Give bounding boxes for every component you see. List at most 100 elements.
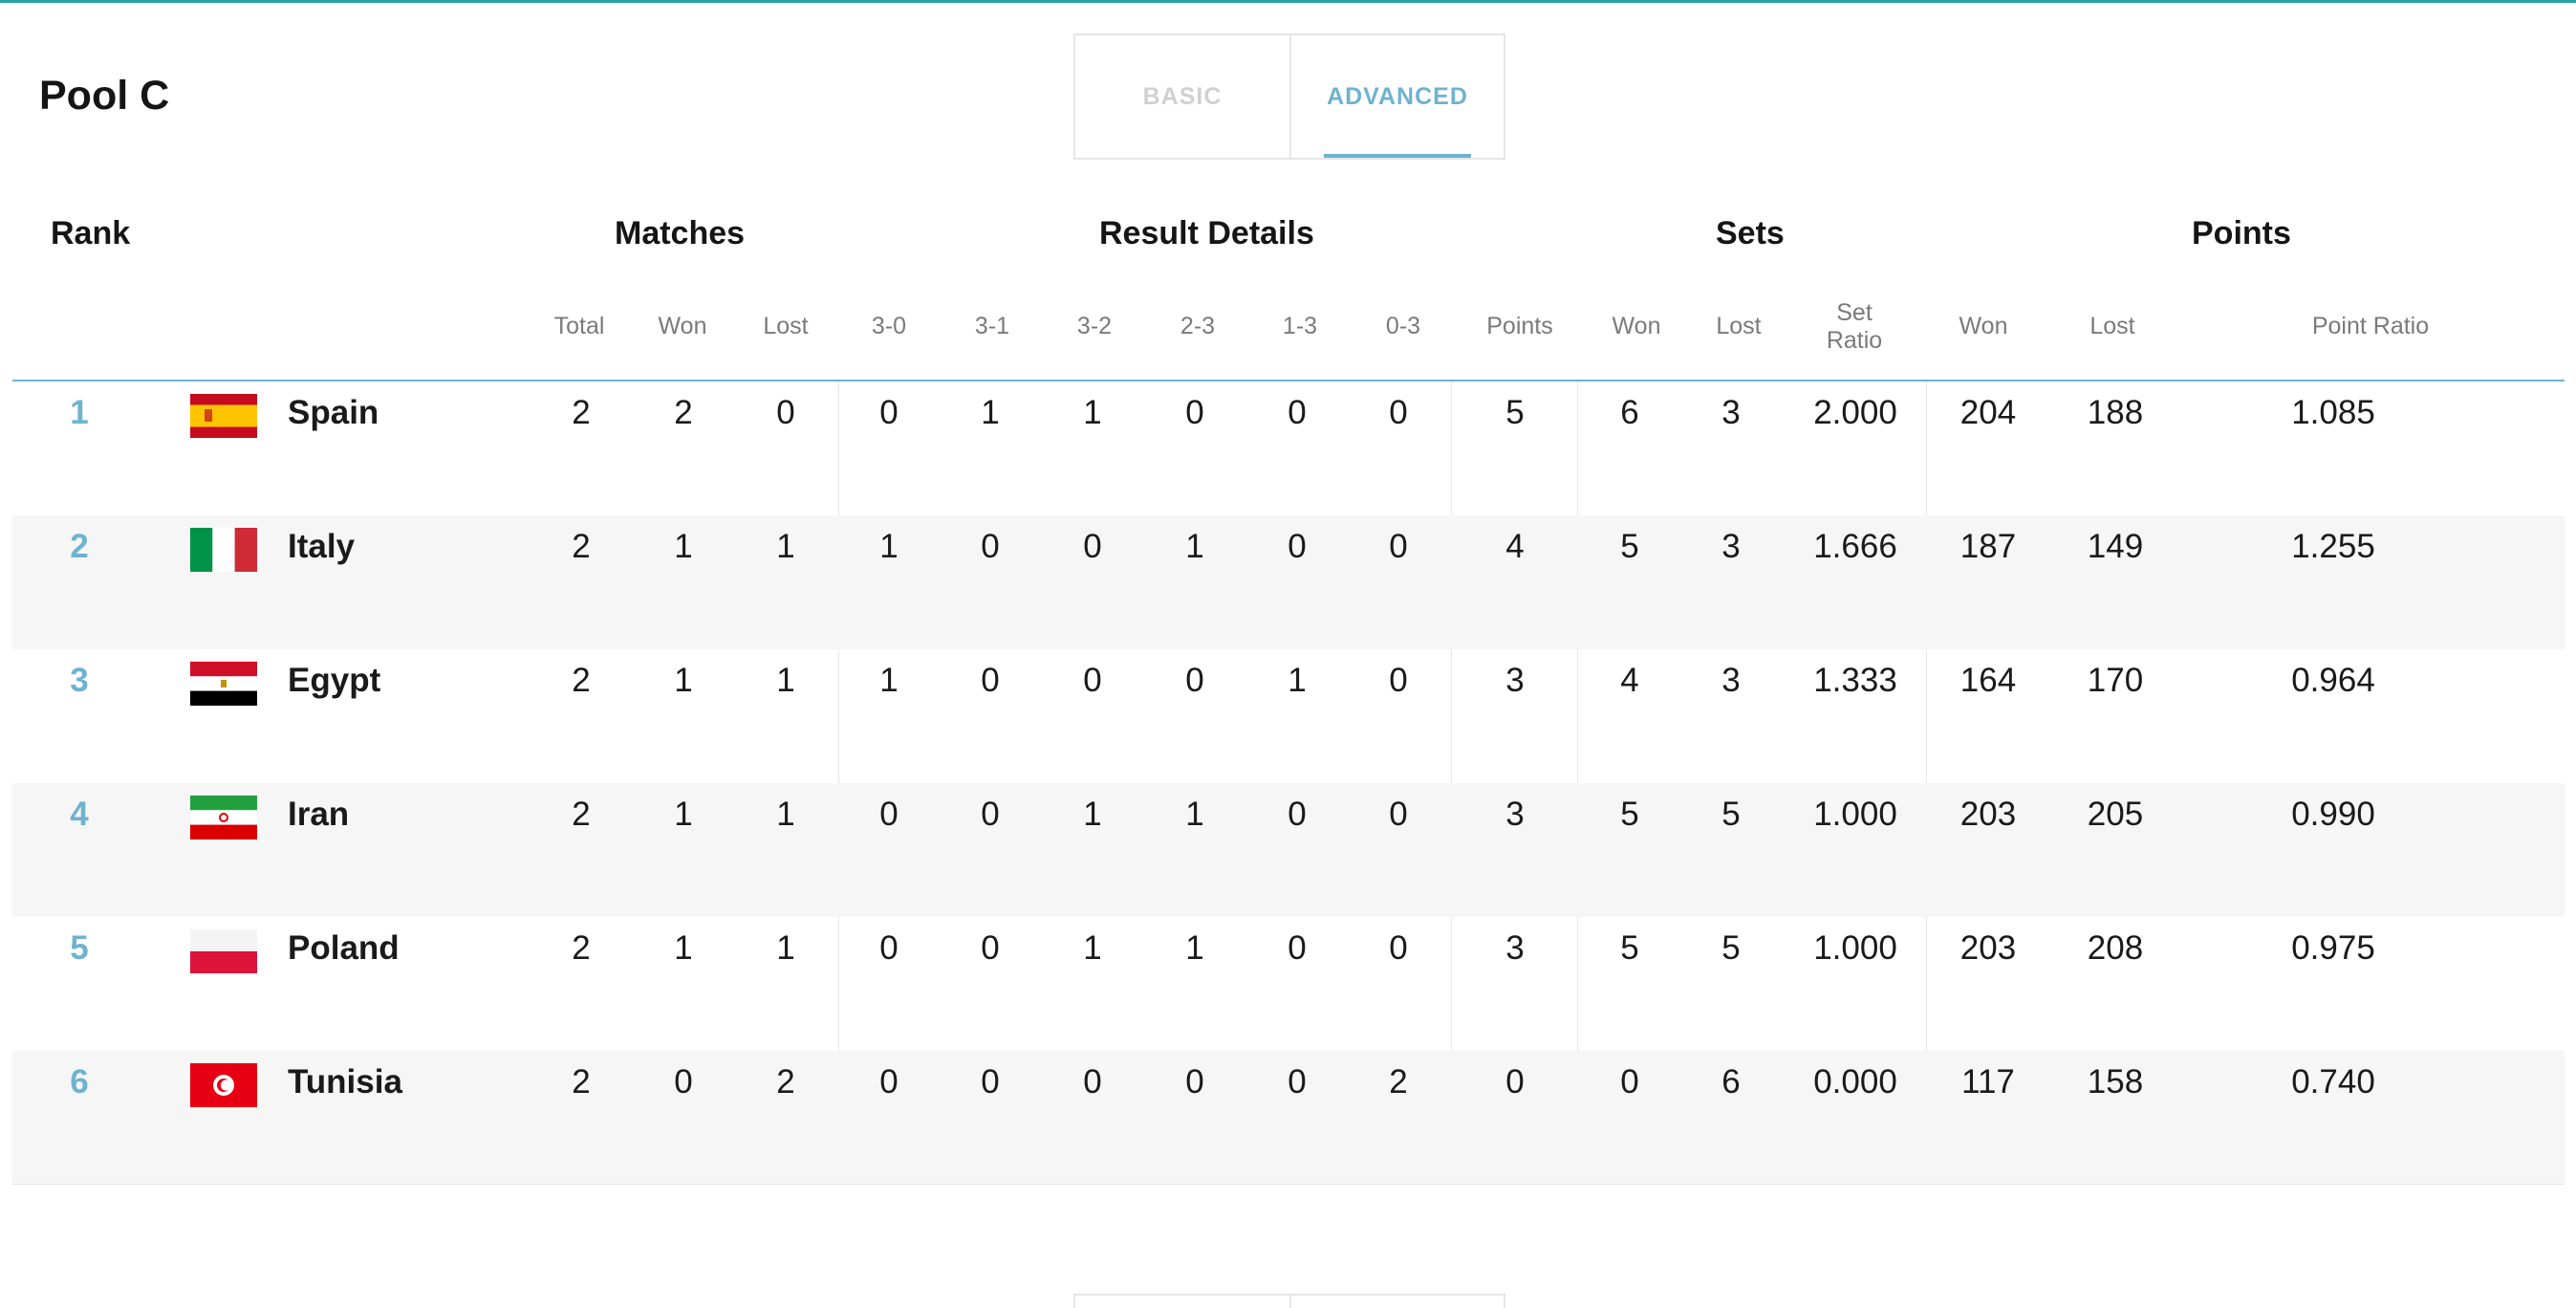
result-0-3-cell: 0 [1389, 662, 1408, 699]
result-3-0-cell: 1 [879, 662, 898, 699]
tab-advanced[interactable]: ADVANCED [1289, 35, 1504, 158]
subheader-total: Total [553, 313, 605, 339]
won-cell: 2 [674, 394, 693, 431]
team-name[interactable]: Egypt [288, 649, 498, 751]
total-cell: 2 [572, 929, 591, 967]
sets-won-cell: 6 [1620, 394, 1639, 431]
table-row[interactable]: 2 Italy 2 1 1 1 0 0 1 0 0 4 5 3 1.666 18… [12, 515, 2565, 649]
lost-cell: 1 [776, 796, 795, 833]
subheader-3-0: 3-0 [871, 313, 907, 339]
result-2-3-cell: 0 [1185, 1063, 1204, 1101]
won-cell: 1 [674, 662, 693, 699]
sets-won-cell: 0 [1620, 1063, 1639, 1101]
poland-flag-icon [190, 929, 257, 973]
points-lost-cell: 205 [2087, 796, 2144, 833]
point-ratio-cell: 0.990 [2291, 796, 2375, 833]
point-ratio-cell: 0.964 [2291, 662, 2375, 699]
spain-flag-icon [190, 394, 257, 438]
points-cell: 4 [1505, 528, 1525, 565]
lost-cell: 1 [776, 929, 795, 967]
table-row[interactable]: 5 Poland 2 1 1 0 0 1 1 0 0 3 5 5 1.000 2… [12, 917, 2565, 1051]
tab-basic[interactable]: BASIC [1075, 35, 1289, 158]
point-ratio-cell: 1.255 [2291, 528, 2375, 565]
bottom-view-tabs [1073, 1294, 1505, 1308]
result-1-3-cell: 0 [1288, 1063, 1307, 1101]
set-ratio-cell: 1.000 [1813, 929, 1897, 967]
set-ratio-cell: 1.000 [1813, 796, 1897, 833]
total-cell: 2 [572, 1063, 591, 1101]
rank-cell: 1 [70, 394, 89, 431]
subheader-set-ratio: Set Ratio [1807, 299, 1902, 355]
result-0-3-cell: 0 [1389, 528, 1408, 565]
team-name[interactable]: Tunisia [288, 1051, 498, 1152]
set-ratio-cell: 1.333 [1813, 662, 1897, 699]
rank-cell: 2 [70, 528, 89, 565]
lost-cell: 0 [776, 394, 795, 431]
result-1-3-cell: 0 [1288, 528, 1307, 565]
team-name[interactable]: Iran [288, 783, 498, 884]
subheader-lost: Lost [763, 313, 809, 339]
bottom-tab-left[interactable] [1075, 1296, 1289, 1308]
points-lost-cell: 208 [2087, 929, 2144, 967]
points-cell: 5 [1505, 394, 1525, 431]
result-1-3-cell: 0 [1288, 796, 1307, 833]
result-3-2-cell: 1 [1083, 796, 1102, 833]
point-ratio-cell: 0.740 [2291, 1063, 2375, 1101]
points-won-cell: 187 [1959, 528, 2017, 565]
points-won-cell: 203 [1959, 796, 2017, 833]
sets-lost-cell: 3 [1721, 394, 1741, 431]
total-cell: 2 [572, 528, 591, 565]
points-won-cell: 117 [1961, 1063, 2015, 1101]
result-3-2-cell: 0 [1083, 528, 1102, 565]
points-cell: 3 [1505, 796, 1525, 833]
points-header: Points [2192, 215, 2291, 251]
bottom-tab-right[interactable] [1289, 1296, 1504, 1308]
won-cell: 1 [674, 528, 693, 565]
subheader-0-3: 0-3 [1385, 313, 1421, 339]
sets-lost-cell: 6 [1721, 1063, 1741, 1101]
result-3-1-cell: 0 [981, 528, 1000, 565]
sets-won-cell: 5 [1620, 528, 1639, 565]
subheader-1-3: 1-3 [1282, 313, 1318, 339]
team-name[interactable]: Italy [288, 515, 498, 617]
subheader-sets-lost: Lost [1716, 313, 1762, 339]
table-row[interactable]: 6 Tunisia 2 0 2 0 0 0 0 0 2 0 0 6 0.000 … [12, 1051, 2565, 1185]
rank-cell: 6 [70, 1063, 89, 1101]
result-0-3-cell: 2 [1389, 1063, 1408, 1101]
won-cell: 0 [674, 1063, 693, 1101]
view-tabs: BASIC ADVANCED [1073, 33, 1505, 160]
result-3-2-cell: 1 [1083, 929, 1102, 967]
result-3-1-cell: 1 [981, 394, 1000, 431]
result-1-3-cell: 0 [1288, 394, 1307, 431]
team-name[interactable]: Spain [288, 382, 498, 483]
result-1-3-cell: 0 [1288, 929, 1307, 967]
set-ratio-cell: 2.000 [1813, 394, 1897, 431]
subheader-point-ratio: Point Ratio [2311, 313, 2430, 339]
standings-table: 1 Spain 2 2 0 0 1 1 0 0 0 5 6 3 2.000 20… [12, 382, 2565, 1185]
points-lost-cell: 170 [2087, 662, 2144, 699]
points-cell: 3 [1505, 662, 1525, 699]
table-row[interactable]: 4 Iran 2 1 1 0 0 1 1 0 0 3 5 5 1.000 203… [12, 783, 2565, 917]
result-1-3-cell: 1 [1288, 662, 1307, 699]
subheader-points-lost: Lost [2089, 313, 2135, 339]
subheader-won: Won [658, 313, 707, 339]
subheader-points: Points [1486, 313, 1553, 339]
subheader-set-ratio-line2: Ratio [1826, 327, 1883, 354]
table-row[interactable]: 1 Spain 2 2 0 0 1 1 0 0 0 5 6 3 2.000 20… [12, 382, 2565, 515]
total-cell: 2 [572, 662, 591, 699]
result-3-1-cell: 0 [981, 1063, 1000, 1101]
result-3-0-cell: 0 [879, 796, 898, 833]
point-ratio-cell: 1.085 [2291, 394, 2375, 431]
subheader-points-won: Won [1959, 313, 2008, 339]
rank-header: Rank [51, 215, 131, 251]
result-0-3-cell: 0 [1389, 929, 1408, 967]
sets-lost-cell: 5 [1721, 796, 1741, 833]
total-cell: 2 [572, 796, 591, 833]
team-name[interactable]: Poland [288, 917, 498, 1018]
won-cell: 1 [674, 929, 693, 967]
result-0-3-cell: 0 [1389, 394, 1408, 431]
egypt-flag-icon [190, 662, 257, 706]
lost-cell: 1 [776, 528, 795, 565]
points-won-cell: 204 [1959, 394, 2017, 431]
table-row[interactable]: 3 Egypt 2 1 1 1 0 0 0 1 0 3 4 3 1.333 16… [12, 649, 2565, 783]
